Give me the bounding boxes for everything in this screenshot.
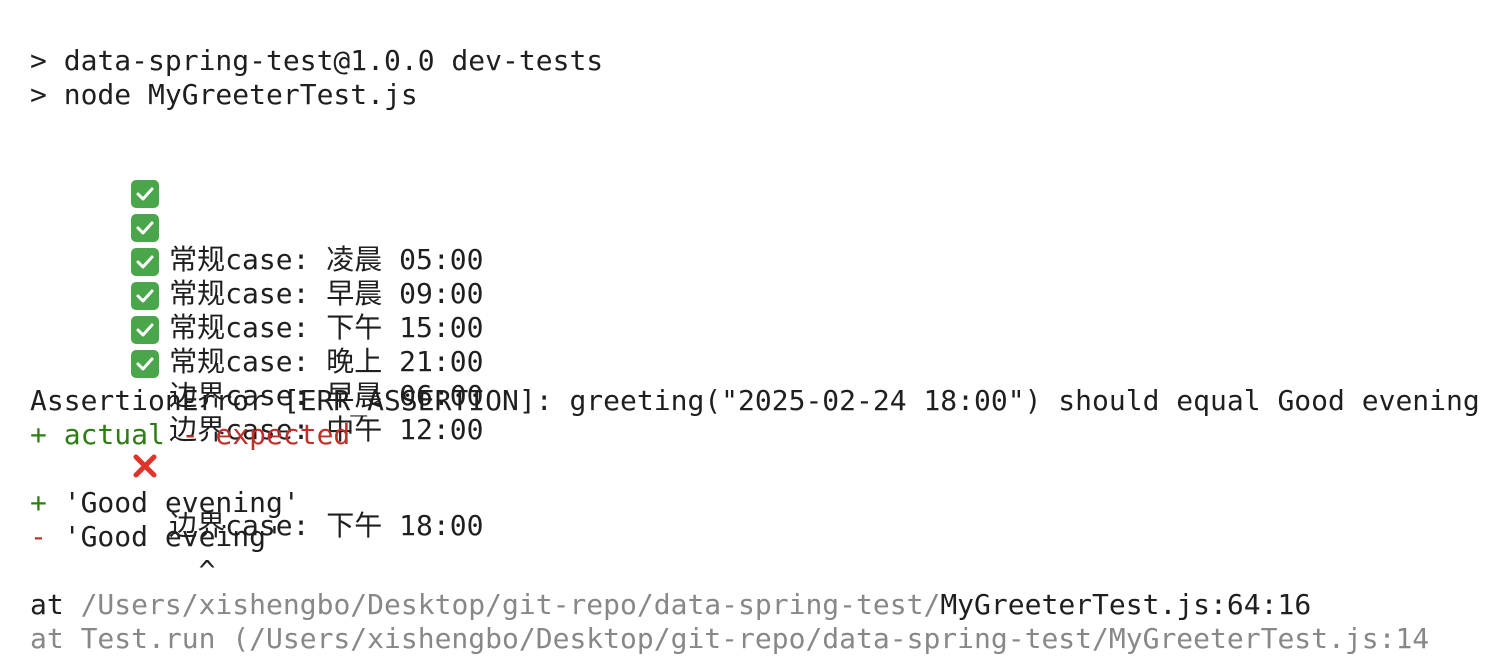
diff-actual-value: 'Good evening' (46, 486, 300, 519)
node-command-line: > node MyGreeterTest.js (30, 78, 418, 111)
diff-plus-marker: + (30, 486, 47, 519)
stack-trace-line-partial: at Test.run (/Users/xishengbo/Desktop/gi… (30, 622, 1480, 656)
check-mark-icon (131, 180, 160, 208)
check-mark-icon (131, 214, 160, 242)
npm-script-line: > data-spring-test@1.0.0 dev-tests (30, 44, 604, 77)
check-mark-icon (131, 316, 160, 344)
stack-trace-line: at /Users/xishengbo/Desktop/git-repo/dat… (30, 588, 1480, 622)
diff-expected-line: - 'Good eveing' (30, 520, 1480, 554)
stack-at: at (30, 588, 81, 621)
check-mark-icon (131, 350, 160, 378)
test-result-row: 常规case: 凌晨 05:00 (30, 146, 1480, 276)
stack-partial: at Test.run (/Users/xishengbo/Desktop/gi… (30, 622, 1430, 655)
stack-file: MyGreeterTest.js:64:16 (940, 588, 1312, 621)
diff-caret: ^ (198, 554, 216, 587)
diff-caret-indent (30, 554, 199, 587)
diff-expected-value: 'Good eveing' (46, 520, 283, 553)
diff-caret-line: ^ (30, 554, 1480, 588)
terminal-output: > data-spring-test@1.0.0 dev-tests > nod… (30, 44, 1480, 656)
diff-actual-line: + 'Good evening' (30, 486, 1480, 520)
test-results: 常规case: 凌晨 05:00 常规case: 早晨 09:00 常规case… (30, 146, 1480, 542)
diff-minus-marker: - (30, 520, 47, 553)
check-mark-icon (131, 282, 160, 310)
stack-path: /Users/xishengbo/Desktop/git-repo/data-s… (80, 588, 941, 621)
diff-legend: + actual - expected (30, 418, 1480, 452)
check-mark-icon (131, 248, 160, 276)
